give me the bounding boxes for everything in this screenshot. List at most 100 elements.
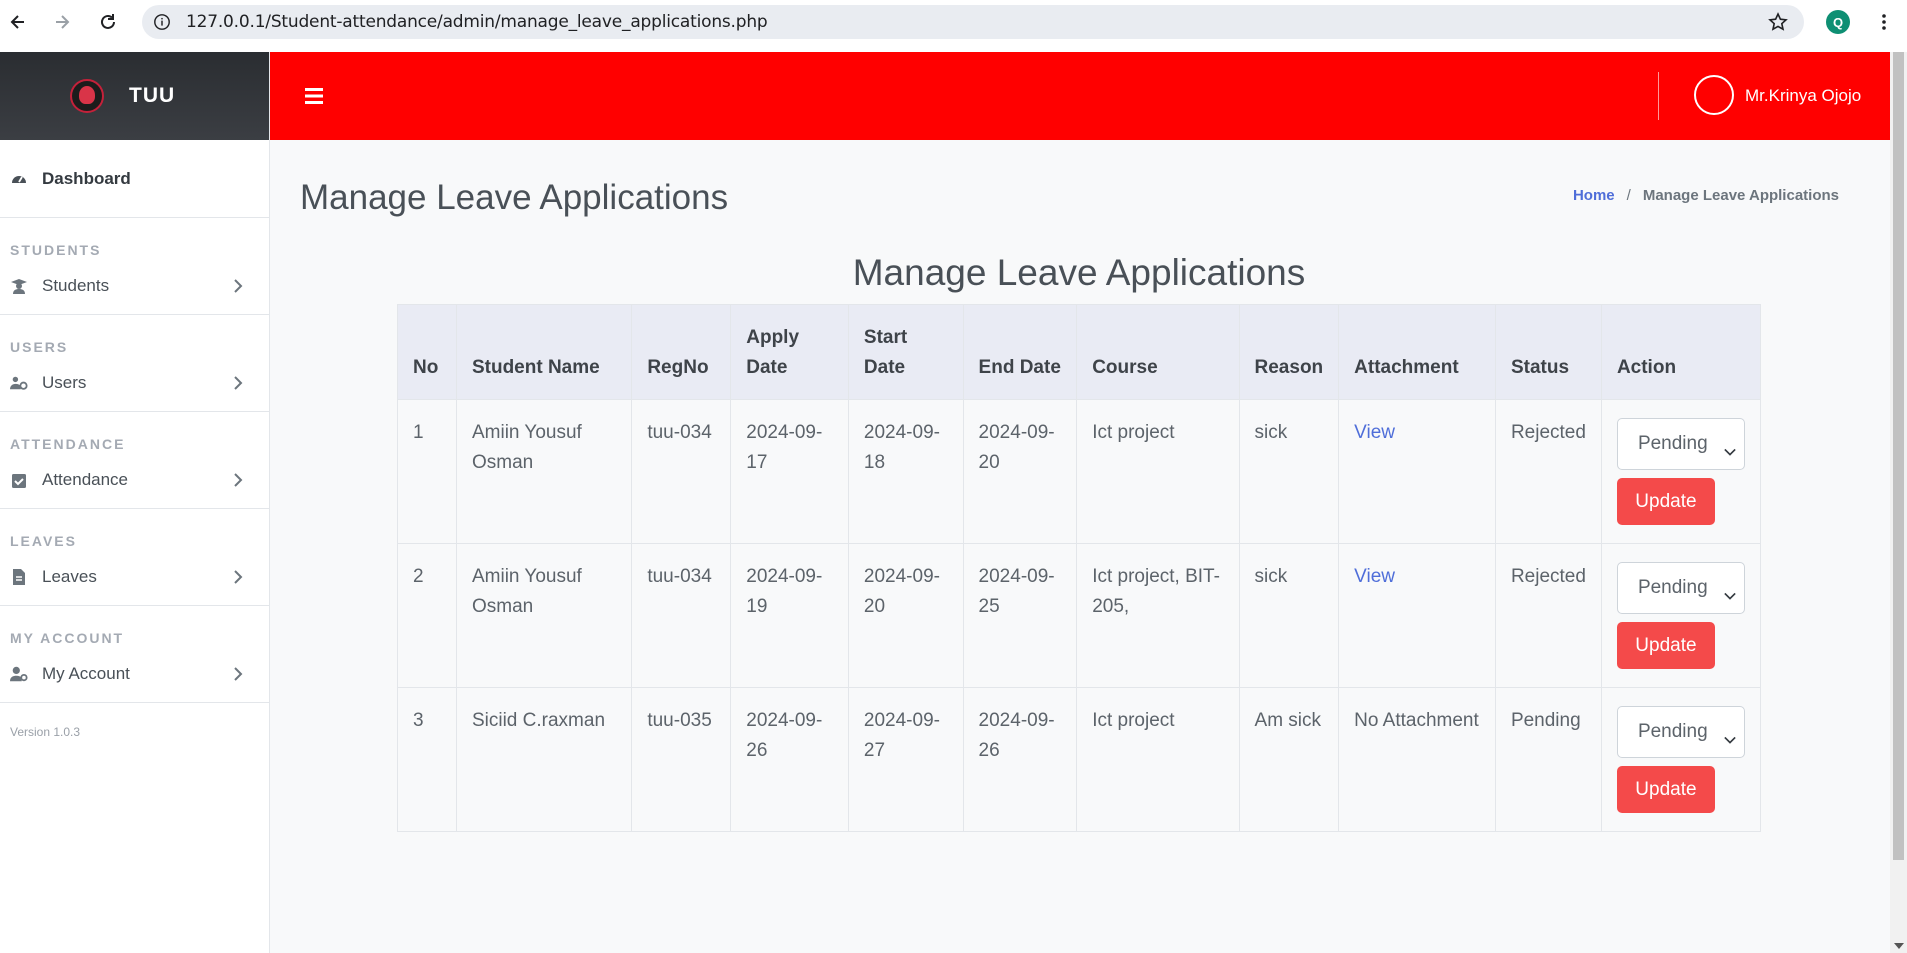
dashboard-gauge-icon: [10, 170, 28, 188]
section-label-my-account: MY ACCOUNT: [10, 630, 125, 646]
status-select[interactable]: Pending: [1616, 418, 1745, 470]
brand[interactable]: TUU: [0, 52, 269, 140]
page-scrollbar[interactable]: [1890, 52, 1907, 953]
site-info-icon[interactable]: [152, 12, 172, 32]
column-header-end-date: End Date: [962, 304, 1078, 400]
cell-reason: sick: [1238, 399, 1340, 544]
chevron-right-icon: [233, 278, 243, 298]
profile-avatar[interactable]: Q: [1826, 10, 1850, 34]
cell-student-name: Amiin Yousuf Osman: [455, 543, 633, 688]
forward-icon[interactable]: [50, 10, 74, 34]
sidebar-item-label: Leaves: [42, 567, 97, 586]
column-header-student-name: Student Name: [455, 304, 633, 400]
column-header-start-date: Start Date: [847, 304, 964, 400]
cell-attachment: No Attachment: [1338, 687, 1496, 832]
status-select[interactable]: Pending: [1616, 706, 1745, 758]
breadcrumb: Home / Manage Leave Applications: [1573, 187, 1839, 204]
breadcrumb-separator: /: [1626, 187, 1631, 204]
cell-no: 1: [397, 399, 457, 544]
browser-toolbar: 127.0.0.1/Student-attendance/admin/manag…: [0, 0, 1907, 52]
version-text: Version 1.0.3: [10, 725, 81, 739]
table-row: 3 Siciid C.raxman tuu-035 2024-09-26 202…: [397, 687, 1762, 832]
bookmark-star-icon[interactable]: [1768, 12, 1788, 37]
sidebar-item-leaves[interactable]: Leaves: [0, 549, 269, 605]
sidebar-item-dashboard[interactable]: Dashboard: [0, 140, 269, 217]
sidebar-item-label: Students: [42, 276, 110, 295]
cell-apply-date: 2024-09-17: [730, 399, 849, 544]
cell-status: Pending: [1494, 687, 1602, 832]
status-select[interactable]: Pending: [1616, 562, 1745, 614]
update-button[interactable]: Update: [1616, 478, 1715, 525]
section-label-leaves: LEAVES: [10, 533, 77, 549]
cell-course: Ict project: [1076, 687, 1240, 832]
url-text[interactable]: 127.0.0.1/Student-attendance/admin/manag…: [186, 12, 768, 32]
update-button[interactable]: Update: [1616, 622, 1715, 669]
column-header-no: No: [397, 304, 457, 400]
cell-status: Rejected: [1494, 399, 1602, 544]
view-attachment-link[interactable]: View: [1354, 566, 1395, 587]
cell-reason: Am sick: [1238, 687, 1340, 832]
chevron-right-icon: [233, 569, 243, 589]
status-select-value: Pending: [1637, 433, 1708, 454]
browser-menu-icon[interactable]: [1872, 10, 1896, 34]
column-header-status: Status: [1494, 304, 1602, 400]
column-header-action: Action: [1600, 304, 1762, 400]
brand-name: TUU: [129, 84, 176, 107]
calendar-check-icon: [10, 471, 28, 489]
table-row: 2 Amiin Yousuf Osman tuu-034 2024-09-19 …: [397, 543, 1762, 688]
brand-logo: [70, 79, 104, 113]
status-select-value: Pending: [1637, 577, 1708, 598]
sidebar-item-my-account[interactable]: My Account: [0, 646, 269, 702]
sidebar-item-attendance[interactable]: Attendance: [0, 452, 269, 508]
hamburger-menu-icon[interactable]: [304, 86, 324, 106]
cell-start-date: 2024-09-27: [847, 687, 964, 832]
sidebar-item-label: Dashboard: [42, 168, 131, 188]
cell-student-name: Siciid C.raxman: [455, 687, 633, 832]
address-bar[interactable]: 127.0.0.1/Student-attendance/admin/manag…: [142, 5, 1804, 39]
breadcrumb-home-link[interactable]: Home: [1573, 187, 1615, 204]
top-header: Mr.Krinya Ojojo: [270, 52, 1890, 140]
scroll-down-icon[interactable]: [1894, 943, 1904, 949]
sidebar-item-users[interactable]: Users: [0, 355, 269, 411]
sidebar-item-students[interactable]: Students: [0, 258, 269, 314]
section-label-users: USERS: [10, 339, 69, 355]
cell-reason: sick: [1238, 543, 1340, 688]
chevron-down-icon: [1724, 725, 1736, 755]
sidebar-item-label: Users: [42, 373, 87, 392]
chevron-right-icon: [233, 666, 243, 686]
reload-icon[interactable]: [96, 10, 120, 34]
column-header-attachment: Attachment: [1338, 304, 1496, 400]
chevron-right-icon: [233, 472, 243, 492]
page-title: Manage Leave Applications: [300, 178, 729, 217]
graduate-icon: [10, 277, 28, 295]
chevron-down-icon: [1724, 581, 1736, 611]
column-header-course: Course: [1076, 304, 1240, 400]
table-title: Manage Leave Applications: [852, 252, 1306, 293]
back-icon[interactable]: [6, 10, 30, 34]
cell-apply-date: 2024-09-19: [730, 543, 849, 688]
cell-course: Ict project: [1076, 399, 1240, 544]
user-name[interactable]: Mr.Krinya Ojojo: [1745, 86, 1861, 106]
breadcrumb-current: Manage Leave Applications: [1642, 187, 1839, 204]
table-header-row: No Student Name RegNo Apply Date Start D…: [397, 304, 1762, 400]
cell-action: Pending Update: [1600, 687, 1762, 832]
update-button[interactable]: Update: [1616, 766, 1715, 813]
cell-start-date: 2024-09-18: [847, 399, 964, 544]
leave-applications-table: No Student Name RegNo Apply Date Start D…: [397, 304, 1762, 832]
cell-end-date: 2024-09-26: [962, 687, 1078, 832]
cell-start-date: 2024-09-20: [847, 543, 964, 688]
view-attachment-link[interactable]: View: [1354, 422, 1395, 443]
cell-regno: tuu-035: [631, 687, 732, 832]
users-cog-icon: [10, 374, 28, 392]
cell-status: Rejected: [1494, 543, 1602, 688]
cell-action: Pending Update: [1600, 399, 1762, 544]
cell-apply-date: 2024-09-26: [730, 687, 849, 832]
column-header-apply-date: Apply Date: [730, 304, 849, 400]
user-avatar[interactable]: [1694, 75, 1734, 115]
table-row: 1 Amiin Yousuf Osman tuu-034 2024-09-17 …: [397, 399, 1762, 544]
column-header-reason: Reason: [1238, 304, 1340, 400]
cell-attachment: View: [1338, 399, 1496, 544]
scroll-thumb[interactable]: [1893, 52, 1904, 860]
cell-course: Ict project, BIT-205,: [1076, 543, 1240, 688]
sidebar-item-label: Attendance: [42, 470, 129, 489]
